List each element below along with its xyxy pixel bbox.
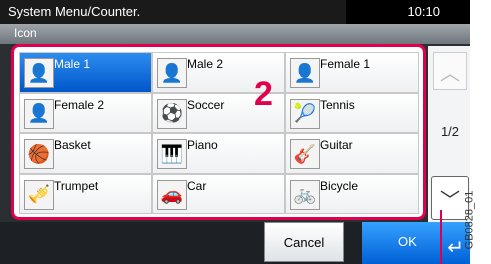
title-bar: System Menu/Counter. 10:10 xyxy=(0,0,470,24)
screen-subtitle: Icon xyxy=(14,26,37,40)
icon-option-label: Bicycle xyxy=(320,178,359,193)
icon-option-label: Male 1 xyxy=(54,57,91,71)
icon-option-label: Soccer xyxy=(187,97,225,112)
cancel-button-label: Cancel xyxy=(283,234,325,250)
icon-option-car[interactable]: 🚗 Car xyxy=(152,173,285,214)
female-silhouette-icon: 👤 xyxy=(290,58,320,88)
icon-option-label: Piano xyxy=(187,138,218,152)
icon-selection-panel: 👤 Male 1 👤 Male 2 👤 Female 1 👤 Female 2 … xyxy=(11,44,426,220)
bicycle-icon: 🚲 xyxy=(290,179,320,210)
icon-option-label: Tennis xyxy=(320,97,355,112)
page-indicator: 1/2 xyxy=(440,124,460,139)
icon-option-female-1[interactable]: 👤 Female 1 xyxy=(285,52,419,93)
icon-option-basket[interactable]: 🏀 Basket xyxy=(19,133,152,174)
ok-button-label: OK xyxy=(398,234,417,249)
screen-title: System Menu/Counter. xyxy=(8,4,141,19)
screen: System Menu/Counter. 10:10 Icon 👤 Male 1… xyxy=(0,0,470,264)
icon-grid: 👤 Male 1 👤 Male 2 👤 Female 1 👤 Female 2 … xyxy=(19,52,419,214)
female-silhouette-2-icon: 👤 xyxy=(24,98,54,129)
icon-option-female-2[interactable]: 👤 Female 2 xyxy=(19,92,152,133)
figure-code: GB0828_01 xyxy=(463,178,491,264)
icon-option-label: Male 2 xyxy=(187,57,224,71)
page-up-button[interactable]: ︿ xyxy=(433,52,467,90)
icon-option-piano[interactable]: 🎹 Piano xyxy=(152,133,285,174)
cancel-button[interactable]: Cancel xyxy=(264,222,344,262)
icon-option-trumpet[interactable]: 🎺 Trumpet xyxy=(19,173,152,214)
icon-option-label: Car xyxy=(187,178,207,193)
icon-option-label: Female 2 xyxy=(54,97,105,112)
callout-number: 2 xyxy=(254,75,273,113)
chevron-up-icon: ︿ xyxy=(440,62,460,85)
clock-time: 10:10 xyxy=(407,4,440,19)
icon-option-male-1[interactable]: 👤 Male 1 xyxy=(19,52,152,93)
guitar-icon: 🎸 xyxy=(290,139,320,169)
icon-option-guitar[interactable]: 🎸 Guitar xyxy=(285,133,419,174)
icon-option-label: Trumpet xyxy=(54,178,99,193)
icon-option-label: Basket xyxy=(54,138,91,152)
basketball-icon: 🏀 xyxy=(24,139,54,169)
enter-icon: ↵ xyxy=(447,237,464,259)
callout-pointer-line xyxy=(440,210,442,264)
subtitle-bar xyxy=(0,24,470,44)
soccer-ball-icon: ⚽ xyxy=(157,98,187,129)
trumpet-icon: 🎺 xyxy=(24,179,54,210)
male-cap-silhouette-icon: 👤 xyxy=(157,58,187,88)
icon-option-tennis[interactable]: 🎾 Tennis xyxy=(285,92,419,133)
piano-keys-icon: 🎹 xyxy=(157,139,187,169)
figure-code-text: GB0828_01 xyxy=(463,190,476,250)
ok-button[interactable]: OK ↵ xyxy=(362,222,470,264)
male-silhouette-icon: 👤 xyxy=(24,58,54,88)
chevron-down-icon: ﹀ xyxy=(440,189,460,212)
icon-option-label: Guitar xyxy=(320,138,353,152)
icon-option-bicycle[interactable]: 🚲 Bicycle xyxy=(285,173,419,214)
car-icon: 🚗 xyxy=(157,179,187,210)
tennis-ball-icon: 🎾 xyxy=(290,98,320,129)
icon-option-label: Female 1 xyxy=(320,57,371,71)
